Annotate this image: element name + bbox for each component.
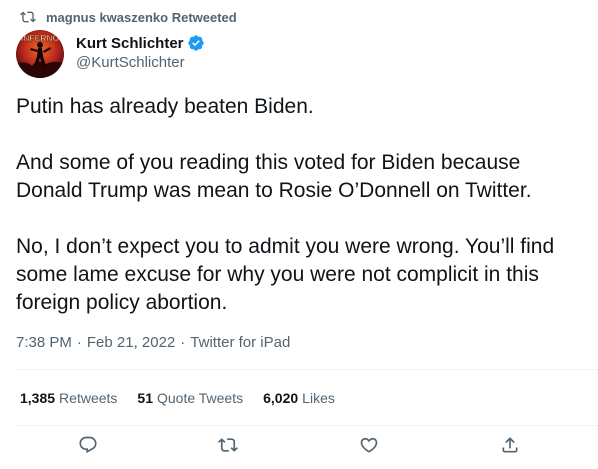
author-handle[interactable]: @KurtSchlichter: [76, 54, 205, 71]
avatar-logo-text: INFERNO: [21, 33, 60, 43]
retweet-context[interactable]: magnus kwaszenko Retweeted: [20, 8, 237, 26]
author-block: Kurt Schlichter @KurtSchlichter: [76, 33, 205, 71]
likes-label: Likes: [302, 390, 335, 406]
tweet-source[interactable]: Twitter for iPad: [190, 334, 290, 351]
divider: [16, 425, 598, 426]
retweet-context-text: magnus kwaszenko Retweeted: [46, 9, 237, 25]
likes-stat[interactable]: 6,020 Likes: [263, 390, 335, 406]
retweets-label: Retweets: [59, 390, 118, 406]
tweet-time[interactable]: 7:38 PM: [16, 334, 72, 351]
retweets-stat[interactable]: 1,385 Retweets: [20, 390, 117, 406]
tweet-text: Putin has already beaten Biden. And some…: [16, 93, 586, 317]
divider: [16, 369, 598, 370]
quote-tweets-label: Quote Tweets: [156, 390, 244, 406]
engagement-stats: 1,385 Retweets 51 Quote Tweets 6,020 Likes: [20, 388, 355, 408]
tweet-date[interactable]: Feb 21, 2022: [87, 334, 175, 351]
retweet-button[interactable]: [210, 430, 246, 460]
tweet-paragraph: And some of you reading this voted for B…: [16, 151, 532, 202]
like-button[interactable]: [351, 430, 387, 460]
quote-tweets-count: 51: [137, 390, 153, 406]
share-button[interactable]: [492, 430, 528, 460]
quote-tweets-stat[interactable]: 51 Quote Tweets: [137, 390, 243, 406]
retweet-icon: [20, 11, 36, 23]
action-bar: [0, 430, 598, 460]
avatar[interactable]: INFERNO: [16, 30, 64, 78]
meta-separator: ·: [76, 334, 82, 351]
likes-count: 6,020: [263, 390, 299, 406]
tweet-paragraph: No, I don’t expect you to admit you were…: [16, 235, 555, 314]
author-name[interactable]: Kurt Schlichter: [76, 35, 184, 52]
retweet-icon: [218, 438, 238, 452]
like-icon: [360, 437, 378, 453]
tweet-meta: 7:38 PM · Feb 21, 2022 · Twitter for iPa…: [16, 334, 290, 351]
tweet-paragraph: Putin has already beaten Biden.: [16, 95, 314, 118]
retweets-count: 1,385: [20, 390, 56, 406]
share-icon: [502, 437, 518, 453]
reply-icon: [79, 436, 97, 454]
meta-separator: ·: [180, 334, 186, 351]
verified-badge-icon: [187, 35, 204, 51]
tweet-detail: magnus kwaszenko Retweeted INFERNO Kurt …: [0, 0, 598, 469]
reply-button[interactable]: [70, 430, 106, 460]
